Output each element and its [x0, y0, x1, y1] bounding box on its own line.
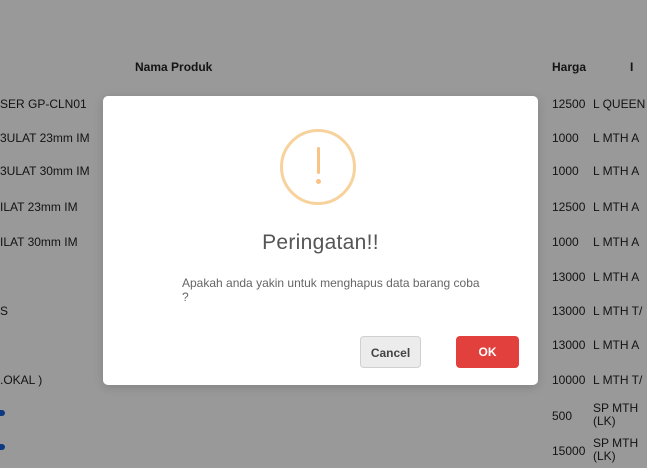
- page: Nama Produk Harga I SER GP-CLN01 12500 L…: [0, 0, 647, 468]
- exclamation-dot: [316, 179, 321, 184]
- exclamation-bar: [317, 147, 320, 174]
- dialog-message: Apakah anda yakin untuk menghapus data b…: [182, 276, 480, 304]
- cancel-button[interactable]: Cancel: [360, 336, 421, 368]
- dialog-title: Peringatan!!: [262, 231, 379, 254]
- confirm-delete-dialog: Peringatan!! Apakah anda yakin untuk men…: [103, 96, 538, 385]
- exclamation-icon: [280, 129, 356, 205]
- ok-button[interactable]: OK: [456, 336, 519, 368]
